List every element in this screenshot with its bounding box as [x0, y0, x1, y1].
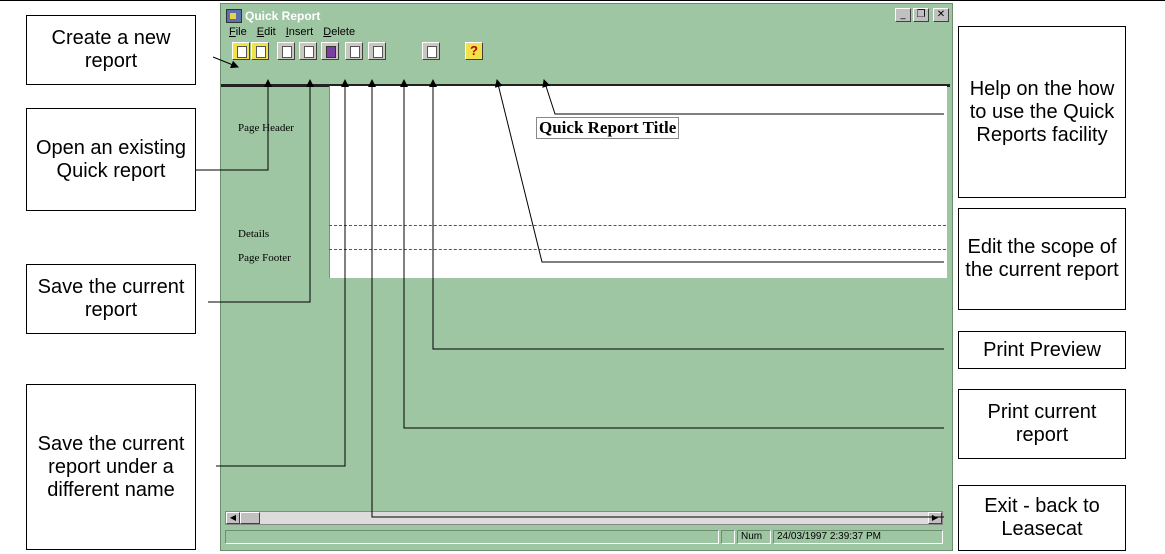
leader-help [542, 79, 944, 115]
leader-exit [368, 79, 944, 518]
leader-save-as [216, 79, 349, 467]
leader-edit-scope [494, 79, 944, 263]
leader-print-preview [429, 79, 944, 350]
leader-new-report [212, 56, 239, 69]
leader-open-report [196, 79, 272, 171]
callout-leaders [196, 56, 944, 518]
leader-save-report [208, 79, 314, 303]
leader-print-current [400, 79, 944, 429]
